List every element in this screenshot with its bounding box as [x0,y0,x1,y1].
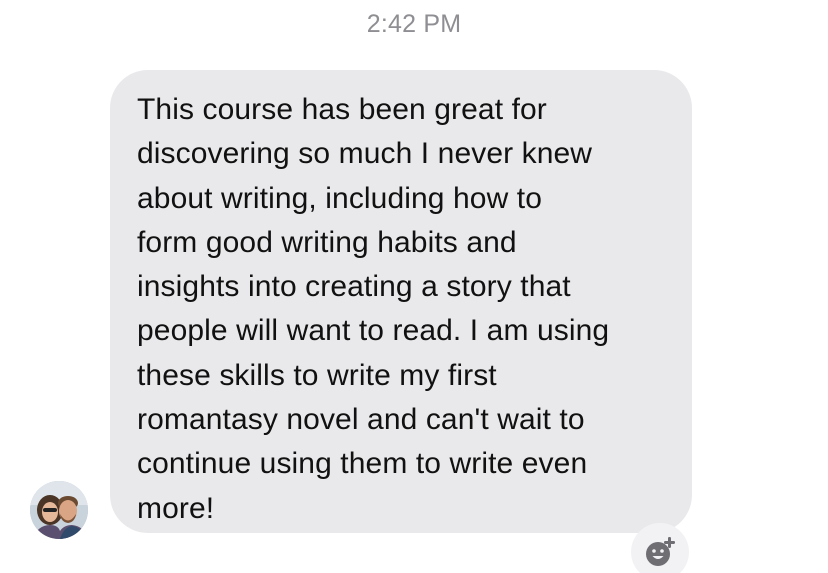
message-text: This course has been great for discoveri… [137,93,610,525]
add-reaction-icon [646,537,675,566]
avatar-photo-icon [30,481,88,539]
message-bubble[interactable]: This course has been great for discoveri… [110,70,692,533]
message-thread: 2:42 PM This course has been great for d… [0,0,828,573]
message-timestamp: 2:42 PM [366,10,462,38]
add-reaction-button[interactable] [631,523,689,573]
sender-avatar[interactable] [30,481,88,539]
